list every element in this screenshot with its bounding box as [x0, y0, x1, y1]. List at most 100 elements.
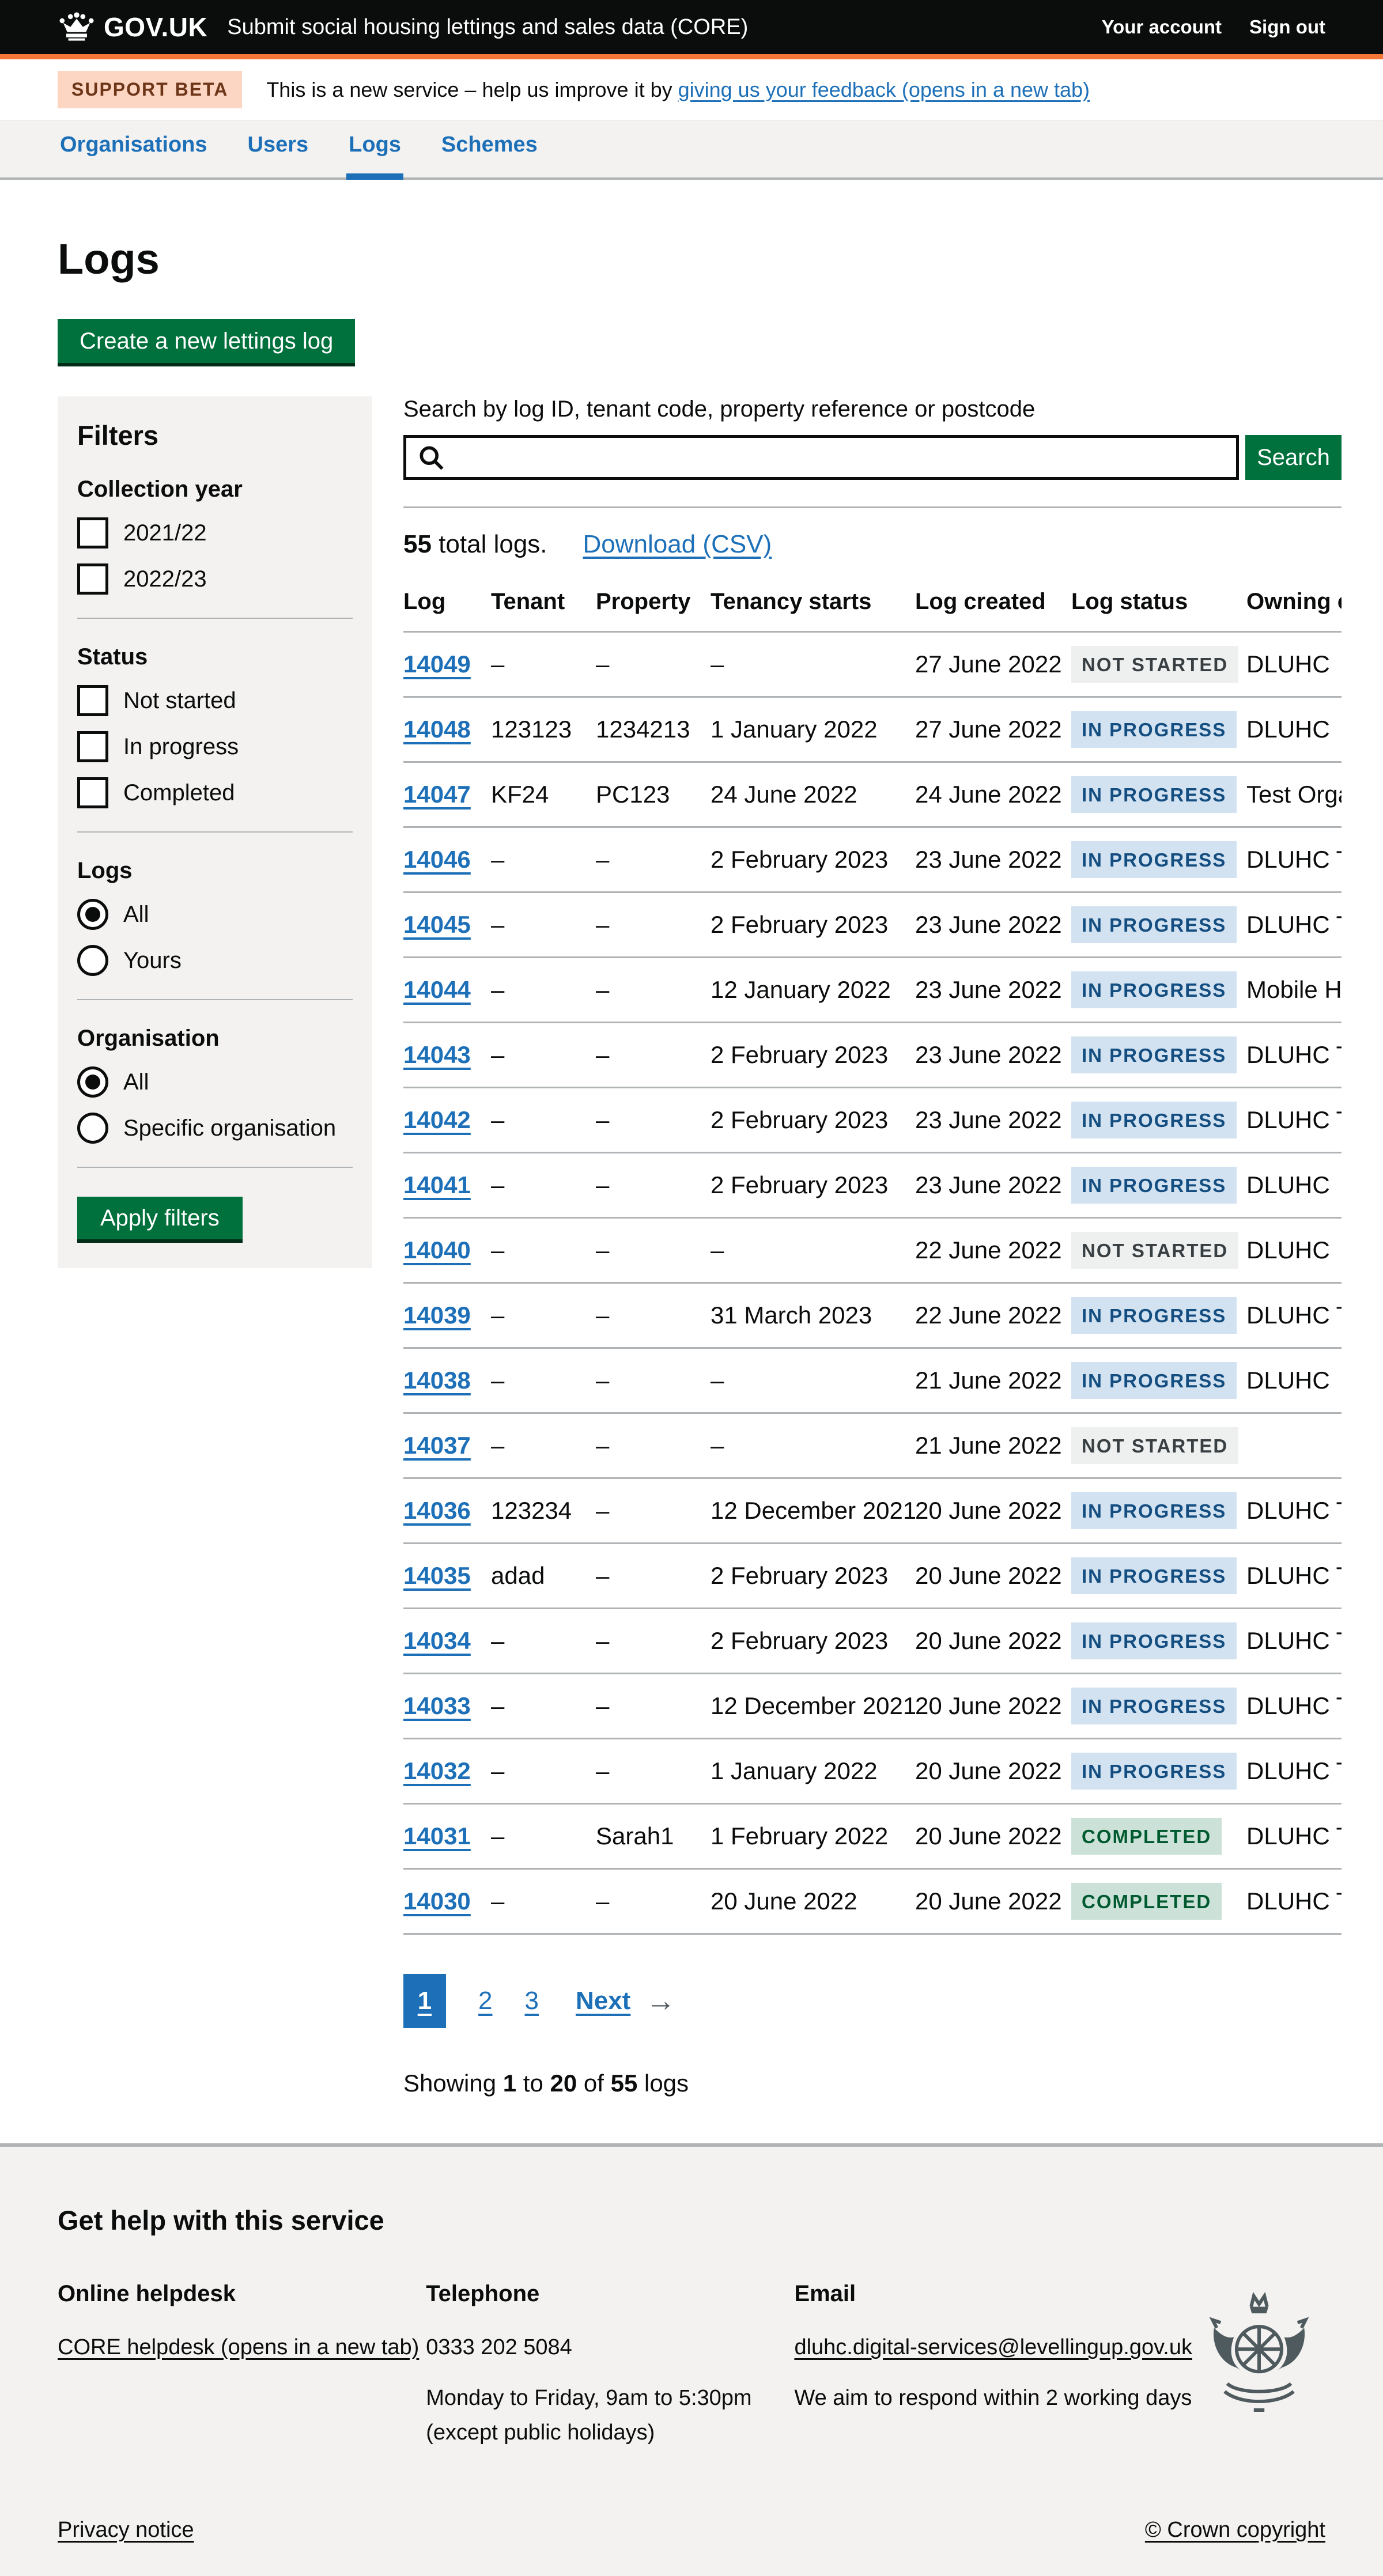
checkbox-control[interactable] — [77, 777, 108, 808]
privacy-notice-link[interactable]: Privacy notice — [58, 2518, 194, 2543]
telephone-hours-line1: Monday to Friday, 9am to 5:30pm — [426, 2381, 794, 2415]
log-link-14047[interactable]: 14047 — [403, 781, 471, 808]
log-link-14042[interactable]: 14042 — [403, 1106, 471, 1133]
radio-control[interactable] — [77, 899, 108, 930]
log-link-14049[interactable]: 14049 — [403, 650, 471, 678]
create-lettings-log-button[interactable]: Create a new lettings log — [58, 319, 355, 363]
govuk-logo[interactable]: GOV.UK — [58, 10, 207, 44]
govuk-footer: Get help with this service Online helpde… — [0, 2143, 1383, 2576]
cell-log-created: 20 June 2022 — [915, 1869, 1071, 1934]
core-helpdesk-link[interactable]: CORE helpdesk (opens in a new tab) — [58, 2330, 419, 2365]
telephone-hours-line2: (except public holidays) — [426, 2415, 794, 2450]
option-label[interactable]: Specific organisation — [123, 1115, 336, 1141]
nav-item-organisations[interactable]: Organisations — [58, 133, 210, 180]
log-link-14037[interactable]: 14037 — [403, 1432, 471, 1459]
pagination-page-2[interactable]: 2 — [478, 1987, 492, 2015]
log-link-14036[interactable]: 14036 — [403, 1497, 471, 1524]
log-link-14039[interactable]: 14039 — [403, 1302, 471, 1329]
cell-log-created: 20 June 2022 — [915, 1674, 1071, 1739]
search-button[interactable]: Search — [1245, 435, 1342, 480]
cell-property: – — [596, 1023, 711, 1088]
pagination-current-page[interactable]: 1 — [403, 1974, 446, 2028]
nav-item-logs[interactable]: Logs — [346, 133, 403, 180]
cell-property: – — [596, 1348, 711, 1413]
pagination-next-link[interactable]: Next — [576, 1987, 630, 2015]
cell-tenancy-starts: 2 February 2023 — [711, 1544, 915, 1609]
cell-tenancy-starts: 2 February 2023 — [711, 1609, 915, 1674]
radio-logs-all[interactable]: All — [77, 899, 353, 930]
radio-control[interactable] — [77, 1066, 108, 1098]
cell-log: 14032 — [403, 1739, 491, 1804]
nav-item-schemes[interactable]: Schemes — [439, 133, 540, 180]
log-link-14043[interactable]: 14043 — [403, 1041, 471, 1068]
status-badge: IN PROGRESS — [1071, 841, 1237, 878]
royal-coat-of-arms-icon — [1193, 2288, 1325, 2450]
option-label[interactable]: 2022/23 — [123, 566, 207, 592]
pagination-next-arrow-icon: → — [645, 1984, 675, 2018]
radio-control[interactable] — [77, 945, 108, 976]
log-link-14041[interactable]: 14041 — [403, 1171, 471, 1198]
checkbox-status-completed[interactable]: Completed — [77, 777, 353, 808]
radio-control[interactable] — [77, 1113, 108, 1144]
nav-item-users[interactable]: Users — [245, 133, 311, 180]
cell-log: 14043 — [403, 1023, 491, 1088]
option-label[interactable]: All — [123, 1069, 149, 1095]
filter-group-label-status: Status — [77, 644, 353, 670]
log-link-14035[interactable]: 14035 — [403, 1562, 471, 1589]
log-link-14031[interactable]: 14031 — [403, 1822, 471, 1849]
cell-log-status: IN PROGRESS — [1071, 1674, 1246, 1739]
log-link-14046[interactable]: 14046 — [403, 846, 471, 873]
option-label[interactable]: In progress — [123, 734, 239, 760]
option-label[interactable]: 2021/22 — [123, 520, 207, 546]
checkbox-collection-year-2022-23[interactable]: 2022/23 — [77, 563, 353, 595]
log-link-14044[interactable]: 14044 — [403, 976, 471, 1003]
log-link-14040[interactable]: 14040 — [403, 1236, 471, 1264]
option-label[interactable]: All — [123, 902, 149, 928]
option-label[interactable]: Yours — [123, 948, 182, 974]
log-link-14045[interactable]: 14045 — [403, 911, 471, 938]
sign-out-link[interactable]: Sign out — [1249, 16, 1325, 38]
service-name-link[interactable]: Submit social housing lettings and sales… — [227, 15, 748, 40]
logs-table-wrap: LogTenantPropertyTenancy startsLog creat… — [403, 578, 1342, 1935]
status-badge: NOT STARTED — [1071, 1427, 1238, 1464]
checkbox-status-in-progress[interactable]: In progress — [77, 731, 353, 762]
log-link-14038[interactable]: 14038 — [403, 1367, 471, 1394]
log-link-14032[interactable]: 14032 — [403, 1757, 471, 1784]
checkbox-control[interactable] — [77, 685, 108, 716]
cell-log-created: 23 June 2022 — [915, 1023, 1071, 1088]
total-logs-suffix: total logs. — [432, 530, 547, 558]
cell-log: 14045 — [403, 892, 491, 958]
apply-filters-button[interactable]: Apply filters — [77, 1197, 243, 1239]
search-input[interactable] — [403, 435, 1239, 480]
download-csv-link[interactable]: Download (CSV) — [583, 530, 772, 559]
checkbox-status-not-started[interactable]: Not started — [77, 685, 353, 716]
crown-copyright-link[interactable]: © Crown copyright — [1145, 2518, 1325, 2543]
option-label[interactable]: Completed — [123, 780, 235, 806]
cell-log-status: COMPLETED — [1071, 1869, 1246, 1934]
checkbox-control[interactable] — [77, 563, 108, 595]
log-link-14048[interactable]: 14048 — [403, 716, 471, 743]
filter-group-label-organisation: Organisation — [77, 1026, 353, 1051]
option-label[interactable]: Not started — [123, 688, 236, 714]
log-link-14030[interactable]: 14030 — [403, 1887, 471, 1915]
cell-tenancy-starts: 31 March 2023 — [711, 1283, 915, 1348]
pagination-page-3[interactable]: 3 — [524, 1987, 538, 2015]
phase-banner: SUPPORT BETA This is a new service – hel… — [0, 59, 1383, 120]
radio-organisation-specific-organisation[interactable]: Specific organisation — [77, 1113, 353, 1144]
radio-logs-yours[interactable]: Yours — [77, 945, 353, 976]
checkbox-control[interactable] — [77, 731, 108, 762]
log-link-14033[interactable]: 14033 — [403, 1692, 471, 1719]
checkbox-control[interactable] — [77, 517, 108, 549]
footer-helpdesk-title: Online helpdesk — [58, 2281, 426, 2307]
cell-tenancy-starts: 1 January 2022 — [711, 1739, 915, 1804]
log-link-14034[interactable]: 14034 — [403, 1627, 471, 1654]
checkbox-collection-year-2021-22[interactable]: 2021/22 — [77, 517, 353, 549]
footer-heading: Get help with this service — [58, 2204, 1325, 2236]
cell-log-status: IN PROGRESS — [1071, 697, 1246, 762]
your-account-link[interactable]: Your account — [1102, 16, 1222, 38]
status-badge: IN PROGRESS — [1071, 1102, 1237, 1138]
email-link[interactable]: dluhc.digital-services@levellingup.gov.u… — [794, 2330, 1192, 2365]
logs-main-column: Search by log ID, tenant code, property … — [403, 396, 1342, 2143]
feedback-link[interactable]: giving us your feedback (opens in a new … — [678, 78, 1090, 101]
radio-organisation-all[interactable]: All — [77, 1066, 353, 1098]
